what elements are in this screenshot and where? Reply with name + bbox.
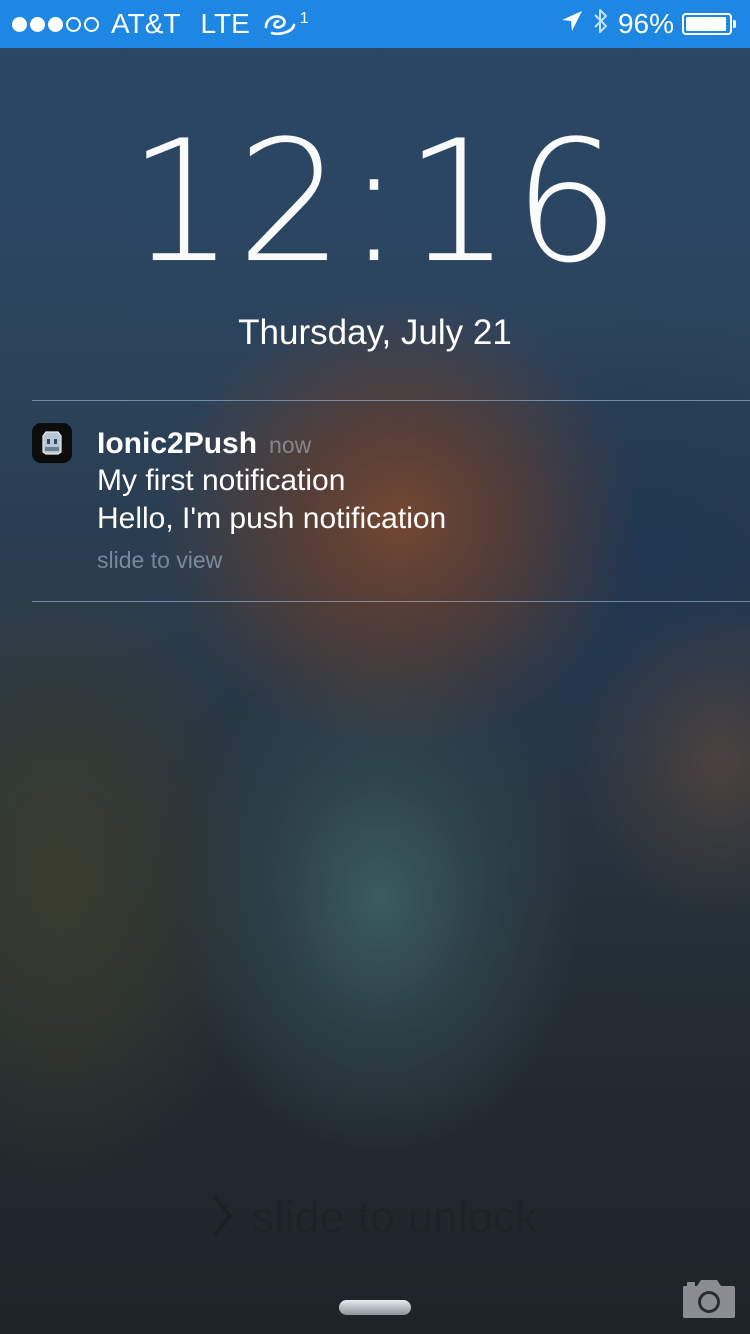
cordova-app-icon bbox=[32, 423, 72, 463]
notification-body: Hello, I'm push notification bbox=[97, 502, 447, 535]
notification-header: Ionic2Push now bbox=[97, 427, 311, 461]
signal-dot bbox=[12, 16, 27, 32]
signal-dot bbox=[66, 16, 81, 32]
status-bar: AT&T LTE 1 96% bbox=[0, 0, 750, 48]
battery-icon bbox=[682, 13, 736, 35]
notification-slide-to-view[interactable]: slide to view bbox=[97, 547, 222, 574]
notification-divider-bottom bbox=[32, 601, 750, 602]
slide-to-unlock[interactable]: slide to unlock bbox=[0, 1190, 750, 1246]
notification-time: now bbox=[269, 432, 312, 458]
wifi-calling-icon: 1 bbox=[262, 11, 309, 37]
chevron-right-icon bbox=[212, 1194, 234, 1243]
home-handle[interactable] bbox=[339, 1300, 411, 1315]
status-bar-left: AT&T LTE 1 bbox=[12, 8, 309, 40]
bluetooth-icon bbox=[592, 7, 610, 42]
slide-to-unlock-label: slide to unlock bbox=[251, 1193, 539, 1242]
notification-title: My first notification bbox=[97, 464, 346, 497]
lock-screen-time: 12:16 bbox=[127, 104, 623, 300]
signal-dot bbox=[30, 16, 45, 32]
status-bar-right: 96% bbox=[560, 7, 738, 42]
signal-dot bbox=[84, 16, 99, 32]
battery-percent: 96% bbox=[617, 8, 674, 39]
lock-screen: AT&T LTE 1 96% 12:16 Thursday, July 21 I… bbox=[0, 0, 750, 1334]
camera-icon[interactable] bbox=[681, 1276, 737, 1320]
signal-dot bbox=[48, 16, 63, 32]
notification-app-name: Ionic2Push bbox=[97, 427, 258, 460]
wifi-calling-badge: 1 bbox=[299, 10, 309, 27]
carrier-name: AT&T bbox=[111, 8, 181, 39]
location-arrow-icon bbox=[560, 8, 584, 40]
battery-fill bbox=[686, 17, 727, 31]
notification-item[interactable]: Ionic2Push now My first notification Hel… bbox=[0, 401, 750, 601]
signal-strength-icon bbox=[12, 16, 99, 32]
lock-screen-date: Thursday, July 21 bbox=[238, 313, 512, 352]
network-type: LTE bbox=[200, 8, 250, 39]
